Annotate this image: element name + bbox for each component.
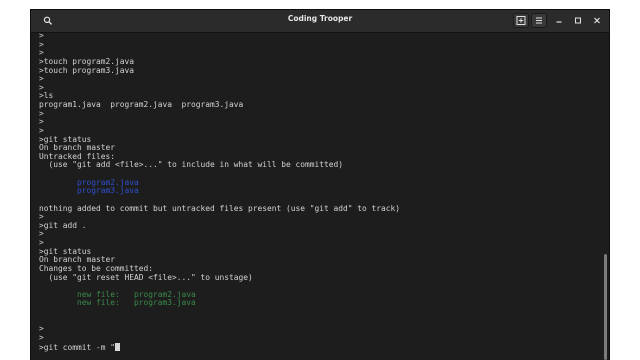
terminal-line: nothing added to commit but untracked fi… [39,203,599,214]
terminal-line: > [39,126,599,136]
title-bar: Coding Trooper [31,10,609,33]
terminal-line: >git add . [39,220,599,231]
maximize-button[interactable] [570,13,586,28]
terminal-line: > [39,230,599,239]
terminal-line: > [39,332,599,343]
terminal-line: > [39,117,599,127]
scrollbar[interactable] [602,32,609,360]
terminal-window: Coding Trooper > > > >touch program2.jav… [31,10,609,360]
menu-button[interactable] [531,13,547,28]
new-tab-icon [516,16,526,25]
terminal-line-text: >git commit -m " [39,342,116,352]
close-icon [594,17,600,24]
terminal-line-text: program3.java [39,186,139,196]
terminal-line: > [39,40,599,50]
terminal-line: (use "git add <file>..." to include in w… [39,161,599,170]
terminal-line: (use "git reset HEAD <file>..." to unsta… [39,272,599,283]
terminal-line: >touch program3.java [39,65,599,76]
minimize-icon [556,21,562,23]
text-cursor [115,342,121,351]
terminal-line: >git commit -m " [39,342,599,352]
terminal-output[interactable]: > > > >touch program2.java >touch program3.j… [39,31,599,360]
terminal-line: program3.java [39,186,599,196]
terminal-line-text: nothing added to commit but untracked fi… [39,203,401,213]
terminal-line: > [39,83,599,93]
scrollbar-thumb[interactable] [604,254,607,360]
terminal-line-text: >touch program3.java [39,65,135,75]
minimize-button[interactable] [551,13,567,28]
terminal-line-text: (use "git reset HEAD <file>..." to unsta… [39,272,253,282]
terminal-line: > [39,74,599,84]
terminal-line-text: (use "git add <file>..." to include in w… [39,160,344,170]
close-button[interactable] [589,13,605,28]
terminal-line: >git status [39,135,599,145]
terminal-line: program1.java program2.java program3.jav… [39,100,599,110]
desktop: Coding Trooper > > > >touch program2.jav… [0,0,640,360]
maximize-icon [575,17,581,24]
terminal-line: > [39,109,599,119]
terminal-line-text: new file: program3.java [39,298,196,308]
terminal-line: new file: program3.java [39,299,599,308]
terminal-line-text: program1.java program2.java program3.jav… [39,100,244,109]
terminal-line-text: > [39,332,44,342]
new-tab-button[interactable] [513,13,529,28]
terminal-line: > [39,238,599,248]
terminal-line-text: >git add . [39,220,87,230]
menu-icon [536,17,542,24]
terminal-line: > [39,212,599,222]
terminal-line: On branch master [39,143,599,153]
terminal-line: > [39,324,599,334]
terminal-line: >git status [39,247,599,257]
terminal-line: > [39,31,599,41]
